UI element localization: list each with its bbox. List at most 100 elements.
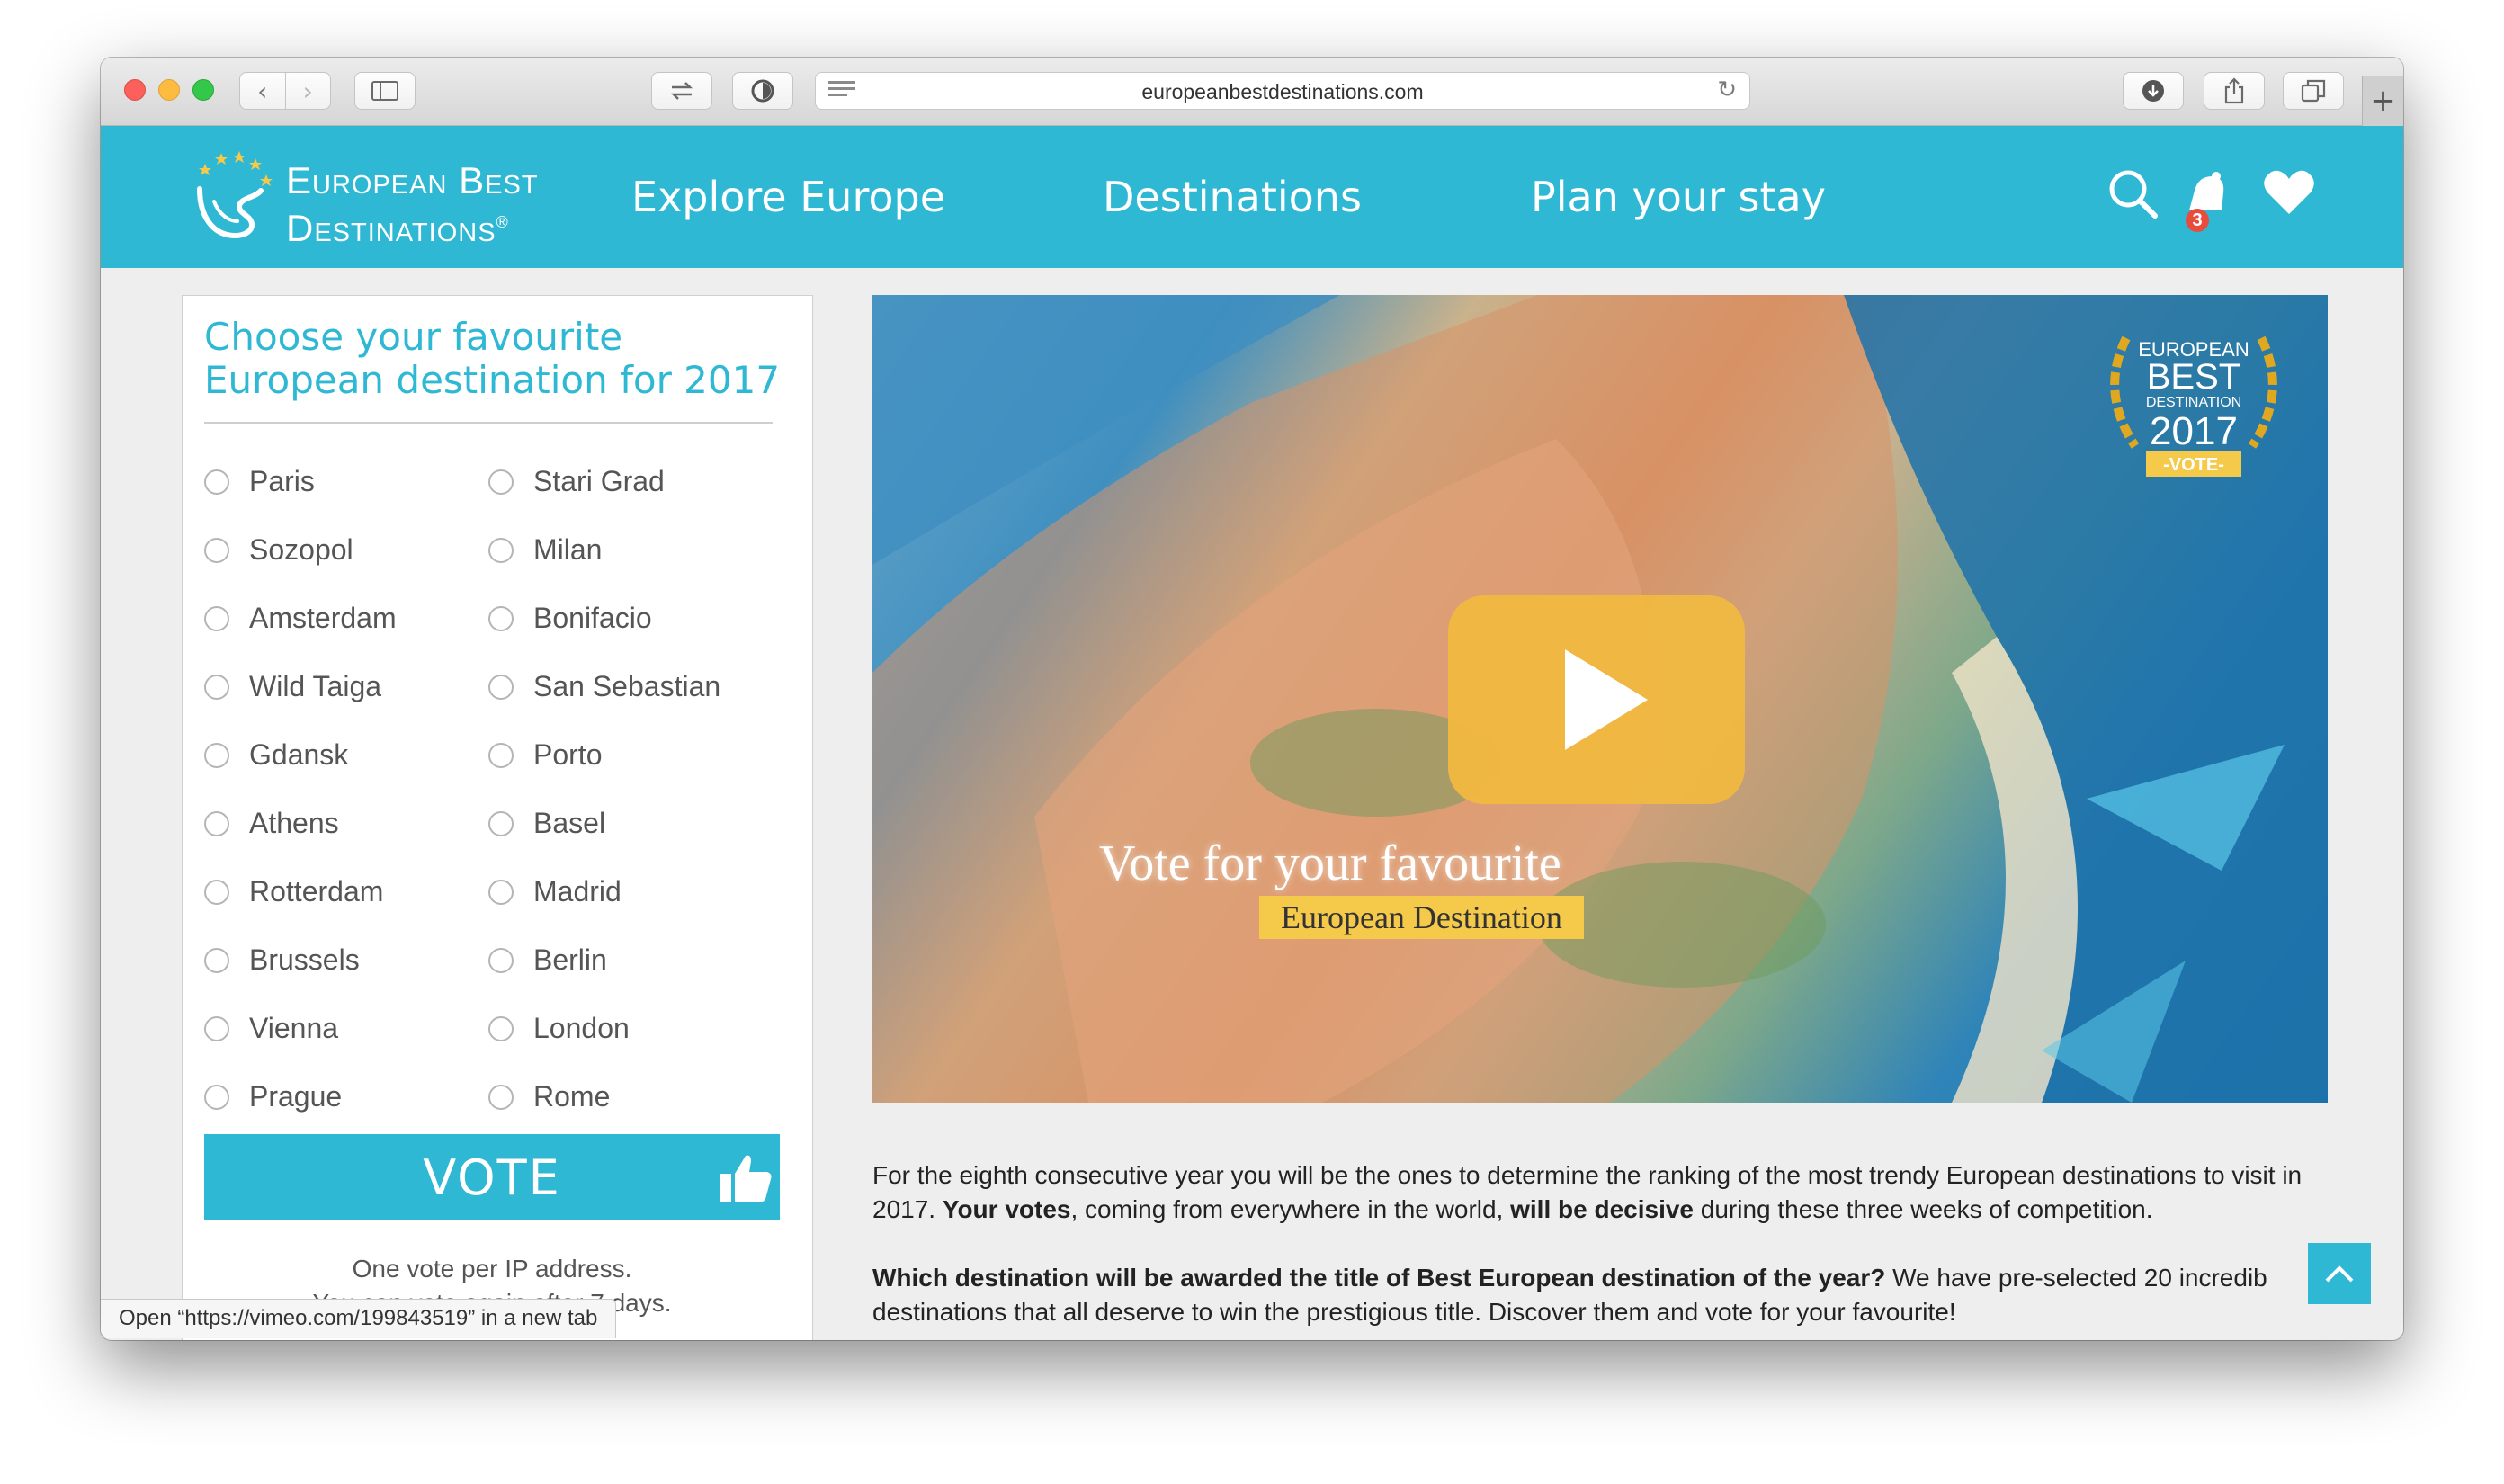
video-caption-2: European Destination [1259,896,1584,939]
vote-option[interactable]: Bonifacio [488,602,652,635]
radio-button[interactable] [488,879,514,905]
sidebar-button[interactable] [354,72,416,110]
radio-button[interactable] [204,879,229,905]
radio-button[interactable] [204,674,229,700]
radio-button[interactable] [204,810,229,836]
article-paragraph-1: For the eighth consecutive year you will… [872,1161,2303,1223]
heart-icon[interactable] [2261,167,2317,218]
vote-option[interactable]: Milan [488,533,602,567]
vote-button[interactable]: VOTE [204,1134,780,1220]
downloads-button[interactable] [2123,72,2184,110]
vote-option[interactable]: Rome [488,1080,610,1113]
url-text: europeanbestdestinations.com [1141,80,1424,103]
vote-option[interactable]: Amsterdam [204,602,397,635]
radio-button[interactable] [204,947,229,973]
vote-option[interactable]: London [488,1012,630,1045]
download-icon [2142,80,2164,102]
vote-option[interactable]: Athens [204,807,339,840]
vote-option[interactable]: Berlin [488,943,607,977]
vote-button-label: VOTE [423,1149,561,1206]
close-window-button[interactable] [124,79,146,101]
radio-button[interactable] [204,1084,229,1110]
page-content: Choose your favourite European destinati… [101,268,2403,1340]
radio-button[interactable] [488,742,514,768]
radio-button[interactable] [488,674,514,700]
radio-button[interactable] [488,947,514,973]
radio-button[interactable] [204,537,229,563]
option-label: San Sebastian [533,670,721,702]
logo-line1: European Best [286,159,539,201]
vote-option[interactable]: Vienna [204,1012,338,1045]
logo-line2: Destinations [286,207,496,249]
scroll-to-top-button[interactable] [2308,1243,2371,1304]
nav-explore-europe[interactable]: Explore Europe [631,173,945,221]
logo-icon [197,151,273,239]
address-bar[interactable]: europeanbestdestinations.com ↻ [815,72,1750,110]
nav-destinations[interactable]: Destinations [1103,173,1362,221]
option-label: Gdansk [249,738,349,771]
privacy-button[interactable] [732,72,793,110]
option-label: Rotterdam [249,875,384,907]
radio-button[interactable] [488,469,514,495]
option-label: Brussels [249,943,360,976]
option-label: Madrid [533,875,622,907]
radio-button[interactable] [204,1015,229,1041]
award-line2: BEST [2147,357,2240,397]
tabs-icon [2301,79,2326,103]
radio-button[interactable] [488,537,514,563]
vote-option[interactable]: Brussels [204,943,360,977]
vote-option[interactable]: Sozopol [204,533,353,567]
option-label: Amsterdam [249,602,397,634]
new-tab-button[interactable]: + [2362,76,2403,126]
radio-button[interactable] [488,1015,514,1041]
option-label: Bonifacio [533,602,652,634]
zoom-window-button[interactable] [192,79,214,101]
article-text: For the eighth consecutive year you will… [872,1158,2348,1340]
history-nav: ‹ › [239,72,331,110]
option-label: Stari Grad [533,465,665,497]
vote-option[interactable]: Prague [204,1080,342,1113]
option-label: Wild Taiga [249,670,382,702]
thumbs-up-icon [720,1155,772,1202]
vote-option[interactable]: Basel [488,807,605,840]
chevron-up-icon [2325,1265,2354,1283]
vote-panel: Choose your favourite European destinati… [182,295,813,1340]
video-player[interactable]: Vote for your favourite European Destina… [872,295,2328,1103]
status-bar: Open “https://vimeo.com/199843519” in a … [101,1299,617,1338]
option-label: Porto [533,738,603,771]
search-icon[interactable] [2106,167,2160,221]
radio-button[interactable] [204,605,229,631]
article-paragraph-2: Which destination will be awarded the ti… [872,1264,2267,1326]
option-label: Basel [533,807,606,839]
back-button[interactable]: ‹ [240,73,285,109]
option-label: Milan [533,533,603,566]
vote-option[interactable]: Gdansk [204,738,348,772]
vote-option[interactable]: San Sebastian [488,670,720,703]
radio-button[interactable] [488,1084,514,1110]
site-logo[interactable]: European Best Destinations® [187,148,583,249]
tabs-overview-button[interactable] [2283,72,2344,110]
option-label: Berlin [533,943,607,976]
radio-button[interactable] [488,605,514,631]
forward-button[interactable]: › [284,73,331,109]
browser-toolbar: ‹ › europeanbestdestinations.com ↻ + [101,58,2403,126]
vote-option[interactable]: Porto [488,738,602,772]
logo-text: European Best Destinations® [286,160,539,249]
browser-window: ‹ › europeanbestdestinations.com ↻ + Eur… [101,58,2403,1340]
minimize-window-button[interactable] [158,79,180,101]
tab-switch-button[interactable] [651,72,712,110]
arrows-icon [670,82,693,100]
option-label: Sozopol [249,533,353,566]
share-button[interactable] [2204,72,2265,110]
nav-plan-your-stay[interactable]: Plan your stay [1531,173,1826,221]
radio-button[interactable] [204,742,229,768]
vote-option[interactable]: Wild Taiga [204,670,381,703]
vote-option[interactable]: Paris [204,465,315,498]
option-label: Paris [249,465,315,497]
vote-option[interactable]: Stari Grad [488,465,665,498]
radio-button[interactable] [488,810,514,836]
vote-option[interactable]: Rotterdam [204,875,383,908]
radio-button[interactable] [204,469,229,495]
vote-option[interactable]: Madrid [488,875,622,908]
reload-icon[interactable]: ↻ [1717,76,1737,103]
